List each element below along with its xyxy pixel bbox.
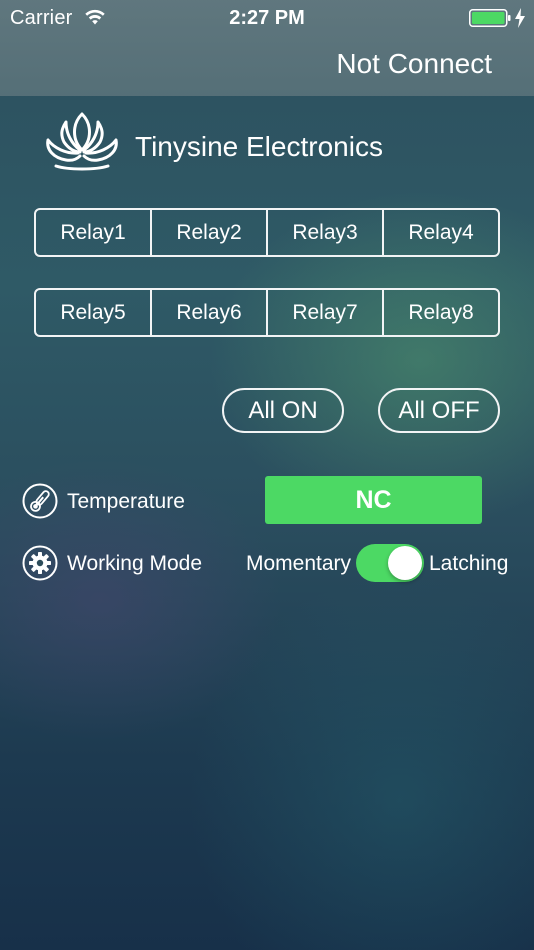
relay-1-button[interactable]: Relay1 xyxy=(36,210,152,255)
gear-icon xyxy=(22,545,58,581)
temperature-label: Temperature xyxy=(67,490,185,513)
toggle-knob xyxy=(388,546,422,580)
connection-status: Not Connect xyxy=(336,48,492,79)
relay-5-button[interactable]: Relay5 xyxy=(36,290,152,335)
relay-3-button[interactable]: Relay3 xyxy=(268,210,384,255)
clock: 2:27 PM xyxy=(229,7,305,29)
relay-4-button[interactable]: Relay4 xyxy=(384,210,498,255)
relay-group-2: Relay5 Relay6 Relay7 Relay8 xyxy=(34,288,500,337)
charging-icon xyxy=(515,8,525,28)
all-on-button[interactable]: All ON xyxy=(222,388,344,433)
status-bar: Carrier 2:27 PM xyxy=(0,0,534,36)
working-mode-toggle[interactable] xyxy=(356,544,424,582)
relay-6-button[interactable]: Relay6 xyxy=(152,290,268,335)
relay-2-button[interactable]: Relay2 xyxy=(152,210,268,255)
battery-icon xyxy=(469,9,511,27)
lotus-logo-icon xyxy=(46,112,118,171)
thermometer-icon xyxy=(22,483,58,519)
working-mode-label: Working Mode xyxy=(67,552,203,575)
relay-7-button[interactable]: Relay7 xyxy=(268,290,384,335)
all-off-button[interactable]: All OFF xyxy=(378,388,500,433)
top-bar: Carrier 2:27 PM Not Connect xyxy=(0,0,534,96)
brand-name: Tinysine Electronics xyxy=(135,131,383,162)
relay-group-1: Relay1 Relay2 Relay3 Relay4 xyxy=(34,208,500,257)
relay-8-button[interactable]: Relay8 xyxy=(384,290,498,335)
latching-label: Latching xyxy=(429,552,509,575)
temperature-value: NC xyxy=(265,476,482,524)
momentary-label: Momentary xyxy=(246,552,352,575)
